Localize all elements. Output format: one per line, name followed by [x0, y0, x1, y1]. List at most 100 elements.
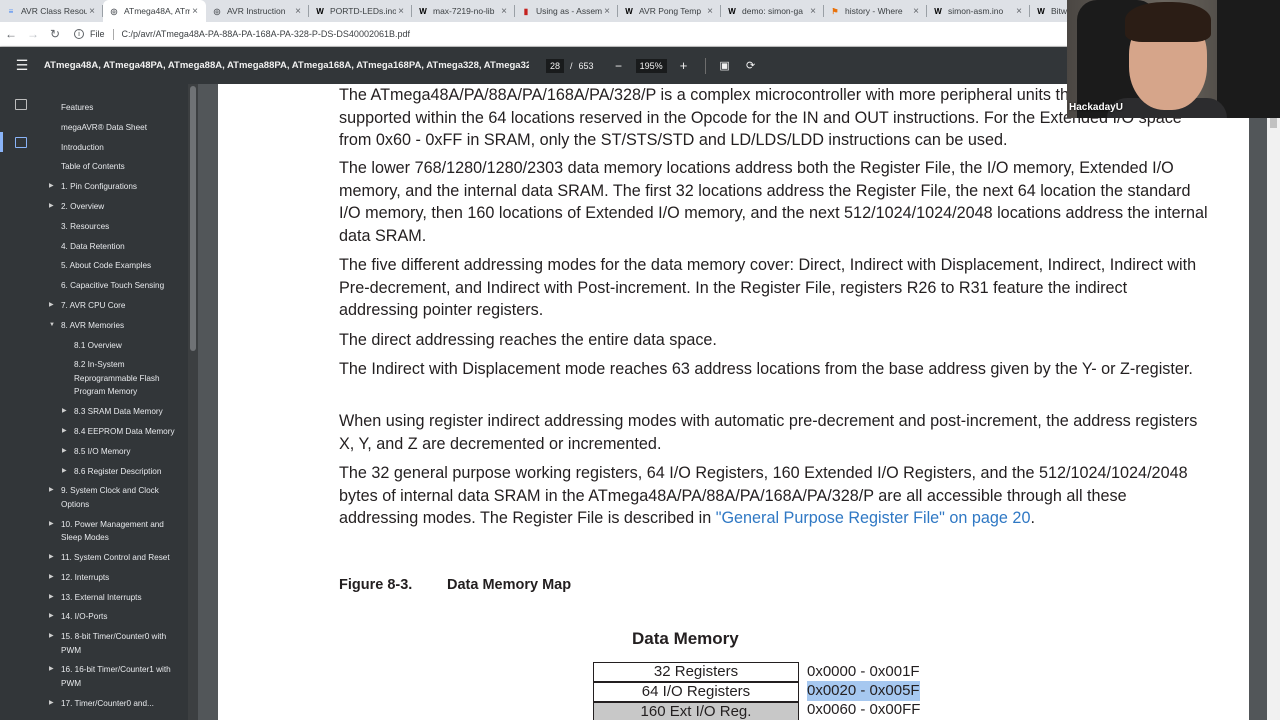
outline-item[interactable]: ▶ 13. External Interrupts: [44, 588, 188, 608]
outline-item[interactable]: ▶ 2. Overview: [44, 197, 188, 217]
register-file-link[interactable]: "General Purpose Register File" on page …: [716, 509, 1031, 527]
outline-item[interactable]: Table of Contents: [44, 157, 188, 177]
outline-item[interactable]: 6. Capacitive Touch Sensing: [44, 276, 188, 296]
chevron-right-icon[interactable]: ▶: [49, 299, 54, 313]
chevron-right-icon[interactable]: ▶: [49, 484, 54, 498]
outline-item[interactable]: ▶ 7. AVR CPU Core: [44, 296, 188, 316]
browser-tab-title: Using as - Assem: [536, 6, 602, 16]
outline-item[interactable]: ▶ 9. System Clock and Clock Options: [44, 481, 188, 514]
diagram-title: Data Memory: [632, 629, 739, 648]
outline-item-label: Features: [61, 103, 94, 112]
browser-tab[interactable]: ▮ Using as - Assem ×: [515, 0, 618, 22]
chevron-right-icon[interactable]: ▶: [62, 465, 67, 479]
outline-item[interactable]: ▶ 8.6 Register Description: [44, 462, 188, 482]
outline-item[interactable]: ▶ 1. Pin Configurations: [44, 177, 188, 197]
document-outline-icon[interactable]: [15, 137, 27, 148]
zoom-in-button[interactable]: +: [677, 58, 691, 73]
outline-item[interactable]: 4. Data Retention: [44, 237, 188, 257]
browser-tab-title: simon-asm.ino: [948, 6, 1004, 16]
close-tab-icon[interactable]: ×: [396, 6, 406, 17]
outline-item[interactable]: Introduction: [44, 138, 188, 158]
zoom-input[interactable]: 195%: [635, 58, 667, 73]
browser-tab[interactable]: ◎ ATmega48A, ATm ×: [103, 0, 206, 22]
outline-item[interactable]: ▼ 8. AVR Memories: [44, 316, 188, 336]
browser-tab[interactable]: Wsimon-asm.ino ×: [927, 0, 1030, 22]
chevron-right-icon[interactable]: ▶: [49, 663, 54, 677]
paragraph: The Indirect with Displacement mode reac…: [339, 360, 1193, 378]
outline-item-label: megaAVR® Data Sheet: [61, 122, 147, 132]
chevron-down-icon[interactable]: ▼: [49, 319, 55, 333]
browser-tab[interactable]: W PORTD-LEDs.ino ×: [309, 0, 412, 22]
outline-item[interactable]: ▶ 12. Interrupts: [44, 568, 188, 588]
outline-item[interactable]: 8.1 Overview: [44, 336, 188, 356]
reload-button[interactable]: ↻: [44, 23, 66, 45]
outline-item[interactable]: ▶ 15. 8-bit Timer/Counter0 with PWM: [44, 627, 188, 660]
thumbnails-icon[interactable]: [15, 99, 27, 110]
chevron-right-icon[interactable]: ▶: [62, 445, 67, 459]
back-button[interactable]: ←: [0, 23, 22, 45]
outline-item[interactable]: ▶ 10. Power Management and Sleep Modes: [44, 515, 188, 548]
outline-item[interactable]: 3. Resources: [44, 217, 188, 237]
browser-tab[interactable]: Wmax-7219-no-lib ×: [412, 0, 515, 22]
rotate-button[interactable]: ⟳: [744, 59, 758, 72]
browser-tab[interactable]: ◎ AVR Instruction ×: [206, 0, 309, 22]
chevron-right-icon[interactable]: ▶: [62, 425, 67, 439]
page-number-input[interactable]: 28: [546, 58, 565, 73]
chevron-right-icon[interactable]: ▶: [49, 630, 54, 644]
close-tab-icon[interactable]: ×: [293, 6, 303, 17]
chevron-right-icon[interactable]: ▶: [49, 518, 54, 532]
chevron-right-icon[interactable]: ▶: [49, 180, 54, 194]
browser-tab[interactable]: W AVR Pong Temp ×: [618, 0, 721, 22]
chevron-right-icon[interactable]: ▶: [49, 200, 54, 214]
outline-item[interactable]: ▶ 14. I/O-Ports: [44, 607, 188, 627]
chevron-right-icon[interactable]: ▶: [49, 697, 54, 711]
arrow-right-icon: →: [27, 27, 39, 41]
close-tab-icon[interactable]: ×: [87, 6, 97, 17]
outline-item[interactable]: ▶ 8.5 I/O Memory: [44, 442, 188, 462]
browser-tab[interactable]: Wdemo: simon-ga ×: [721, 0, 824, 22]
viewer-scrollbar[interactable]: [1267, 84, 1280, 720]
chevron-right-icon[interactable]: ▶: [49, 551, 54, 565]
close-tab-icon[interactable]: ×: [190, 6, 200, 17]
outline-item[interactable]: 8.2 In-System Reprogrammable Flash Progr…: [44, 355, 188, 402]
browser-tab[interactable]: ⚑ history - Where ×: [824, 0, 927, 22]
chevron-right-icon[interactable]: ▶: [62, 405, 67, 419]
rotate-icon: ⟳: [745, 60, 756, 72]
url-field[interactable]: i File C:/p/avr/ATmega48A-PA-88A-PA-168A…: [74, 28, 410, 40]
zoom-out-button[interactable]: −: [612, 59, 626, 73]
close-tab-icon[interactable]: ×: [499, 6, 509, 17]
outline-item[interactable]: 5. About Code Examples: [44, 256, 188, 276]
chevron-right-icon[interactable]: ▶: [49, 571, 54, 585]
outline-item[interactable]: ▶ 8.3 SRAM Data Memory: [44, 402, 188, 422]
page-separator: /: [570, 60, 573, 71]
chevron-right-icon[interactable]: ▶: [49, 591, 54, 605]
forward-button[interactable]: →: [22, 23, 44, 45]
outline-item[interactable]: ▶ 8.4 EEPROM Data Memory: [44, 422, 188, 442]
outline-item[interactable]: ▶ 16. 16-bit Timer/Counter1 with PWM: [44, 660, 188, 693]
paragraph: The five different addressing modes for …: [339, 256, 1197, 320]
pdf-page: The ATmega48A/PA/88A/PA/168A/PA/328/P is…: [218, 84, 1249, 720]
wikipedia-icon: W: [316, 6, 324, 16]
outline-scrollbar[interactable]: [188, 84, 198, 720]
outline-top-spacer: [44, 84, 188, 98]
menu-button[interactable]: ☰: [0, 57, 44, 74]
paragraph: When using register indirect addressing …: [339, 412, 1198, 453]
close-tab-icon[interactable]: ×: [911, 6, 921, 17]
browser-tab[interactable]: ≡ AVR Class Resou ×: [0, 0, 103, 22]
memory-map-row-registers: 32 Registers: [593, 662, 799, 682]
close-tab-icon[interactable]: ×: [1014, 6, 1024, 17]
outline-item[interactable]: ▶ 17. Timer/Counter0 and...: [44, 694, 188, 714]
close-tab-icon[interactable]: ×: [602, 6, 612, 17]
outline-item[interactable]: ▶ 11. System Control and Reset: [44, 548, 188, 568]
pdf-viewer: The ATmega48A/PA/88A/PA/168A/PA/328/P is…: [198, 84, 1280, 720]
browser-tab-title: history - Where: [845, 6, 903, 16]
close-tab-icon[interactable]: ×: [808, 6, 818, 17]
fit-page-button[interactable]: ▣: [718, 59, 732, 72]
toolbar-divider: [704, 57, 706, 74]
close-tab-icon[interactable]: ×: [705, 6, 715, 17]
outline-item[interactable]: Features: [44, 98, 188, 118]
outline-item[interactable]: megaAVR® Data Sheet: [44, 118, 188, 138]
outline-scrollbar-thumb[interactable]: [190, 86, 196, 351]
fit-page-icon: ▣: [719, 60, 730, 72]
chevron-right-icon[interactable]: ▶: [49, 610, 54, 624]
